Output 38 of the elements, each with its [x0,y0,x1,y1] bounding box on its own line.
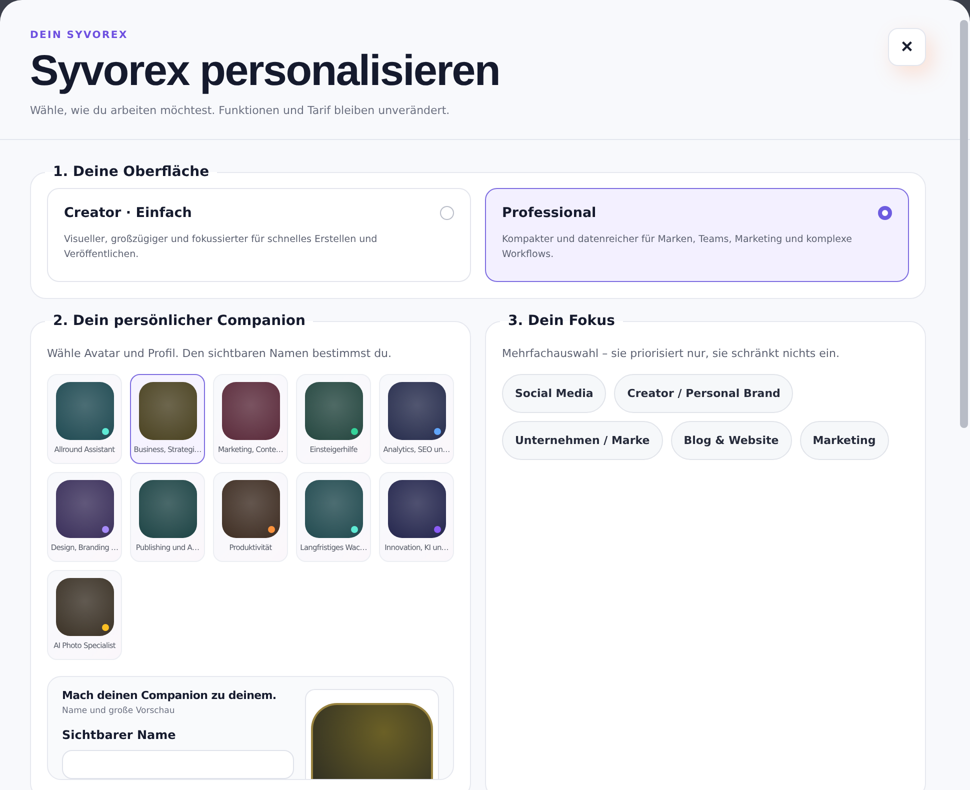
avatar-image [138,480,196,538]
section-intro: Wähle Avatar und Profil. Den sichtbaren Namen bestimmst du. [47,347,393,360]
radio-button[interactable] [440,206,454,220]
avatar-image [222,382,280,440]
avatar-image [222,480,280,538]
name-input-field[interactable] [62,750,294,779]
avatar-image [388,480,446,538]
focus-chip[interactable]: Social Media [502,374,606,413]
dialog-subtitle: Wähle, wie du arbeiten möchtest. Funktionen und Tarif bleiben unverändert. [30,104,451,117]
option-description: Kompakter und datenreicher für Marken, Teams, Marketing und komplexe Workflows. [502,233,853,262]
focus-chip[interactable]: Unternehmen / Marke [502,421,663,460]
radio-button[interactable] [878,206,892,220]
surface-option[interactable]: Creator · Einfach Visueller, großzügiger und fokussierter für schnelles Erstellen und Veröffentlichen. [47,188,471,282]
eyebrow-label: DEIN SYVOREX [30,30,129,41]
section-title: 1. Deine Oberfläche [52,164,210,180]
focus-chip[interactable]: Creator / Personal Brand [614,374,794,413]
section-title: 2. Dein persönlicher Companion [52,313,306,329]
dialog-title: Syvorex personalisieren [30,47,501,96]
scrollbar-thumb[interactable] [960,20,968,428]
avatar-image [138,382,196,440]
focus-chip[interactable]: Blog & Website [670,421,792,460]
customize-title: Mach deinen Companion zu deinem. [62,689,278,702]
option-description: Visueller, großzügiger und fokussierter für schnelles Erstellen und Veröffentlichen. [64,233,378,262]
surface-option[interactable]: Professional Kompakter und datenreicher für Marken, Teams, Marketing und komplexe Workflows. [485,188,909,282]
avatar-image [304,382,362,440]
avatar-image [388,382,446,440]
avatar-image [304,480,362,538]
section-title: 3. Dein Fokus [507,313,616,329]
field-label: Sichtbarer Name [62,728,177,742]
option-title: Creator · Einfach [64,205,192,221]
avatar-image [56,578,114,636]
focus-chip[interactable]: Marketing [800,421,889,460]
customize-hint: Name und große Vorschau [62,706,176,716]
section-intro: Mehrfachauswahl – sie priorisiert nur, sie schränkt nichts ein. [502,347,840,360]
option-title: Professional [502,205,596,221]
avatar-image [56,382,114,440]
avatar-image [56,480,114,538]
close-button[interactable]: × [888,28,926,66]
